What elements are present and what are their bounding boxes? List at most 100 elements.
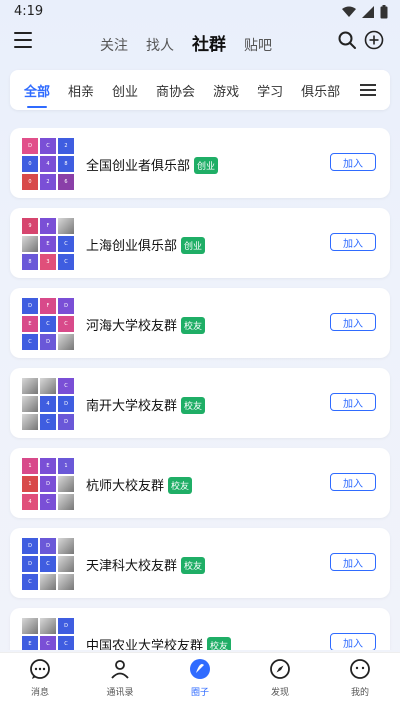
nav-item-label: 圈子 <box>190 688 209 698</box>
category-tab-2[interactable]: 创业 <box>112 81 138 100</box>
member-avatar-tile: D <box>22 298 38 314</box>
member-avatar-tile <box>22 378 38 394</box>
join-button[interactable]: 加入 <box>330 153 376 171</box>
member-avatar-tile: F <box>40 218 56 234</box>
status-bar: 4:19 <box>0 0 400 24</box>
member-avatar-tile: C <box>40 414 56 430</box>
member-avatar-tile <box>40 574 56 590</box>
member-avatar-tile: 0 <box>22 156 38 172</box>
group-card[interactable]: C 4 D C D 南开大学校友群 校友 加入 <box>10 368 390 438</box>
join-button[interactable]: 加入 <box>330 633 376 650</box>
group-card[interactable]: D C 2 0 4 8 0 2 6 全国创业者俱乐部 创业 加入 <box>10 128 390 198</box>
status-time: 4:19 <box>14 4 44 19</box>
search-icon[interactable] <box>337 30 357 50</box>
category-tab-3[interactable]: 商协会 <box>156 81 195 100</box>
top-tabs: 关注 找人 社群 贴吧 <box>100 30 290 55</box>
member-avatar-tile: D <box>58 414 74 430</box>
add-circle-icon[interactable] <box>364 30 384 50</box>
member-avatar-tile: C <box>58 636 74 650</box>
member-avatar-tile: 2 <box>40 174 56 190</box>
member-avatar-tile: E <box>40 458 56 474</box>
category-tab-5[interactable]: 学习 <box>257 81 283 100</box>
member-avatar-tile <box>22 236 38 252</box>
nav-item-2[interactable]: 圈子 <box>170 657 230 698</box>
category-tab-4[interactable]: 游戏 <box>213 81 239 100</box>
nav-item-1[interactable]: 通讯录 <box>90 657 150 698</box>
group-name-row: 天津科大校友群 校友 <box>86 555 206 574</box>
member-avatar-tile: F <box>40 298 56 314</box>
category-bar: 全部 相亲 创业 商协会 游戏 学习 俱乐部 <box>10 70 390 110</box>
member-avatar-tile: 2 <box>58 138 74 154</box>
group-card[interactable]: D D D C C 天津科大校友群 校友 加入 <box>10 528 390 598</box>
menu-button[interactable] <box>14 32 32 48</box>
member-avatar-tile: D <box>22 556 38 572</box>
member-avatar-tile: E <box>22 636 38 650</box>
member-avatar-tile: D <box>40 334 56 350</box>
category-tab-6[interactable]: 俱乐部 <box>301 81 340 100</box>
member-avatar-tile: 8 <box>22 254 38 270</box>
top-tab-1[interactable]: 找人 <box>146 31 174 55</box>
member-avatar-tile: 1 <box>22 458 38 474</box>
group-category-tag: 校友 <box>168 477 193 494</box>
category-tab-1[interactable]: 相亲 <box>68 81 94 100</box>
member-avatar-tile: 0 <box>22 174 38 190</box>
nav-item-label: 发现 <box>270 688 289 698</box>
group-name: 河海大学校友群 <box>86 319 178 334</box>
member-avatar-tile: D <box>40 538 56 554</box>
group-card[interactable]: 9 F E C 8 3 C 上海创业俱乐部 创业 加入 <box>10 208 390 278</box>
member-avatar-tile: C <box>40 138 56 154</box>
top-tab-0[interactable]: 关注 <box>100 31 128 55</box>
wifi-icon <box>342 6 356 17</box>
member-avatar-tile: 3 <box>40 254 56 270</box>
group-name-row: 河海大学校友群 校友 <box>86 315 206 334</box>
member-avatar-tile: C <box>22 574 38 590</box>
contacts-icon <box>108 657 132 681</box>
status-icons <box>342 5 388 19</box>
group-category-tag: 校友 <box>181 317 206 334</box>
join-button[interactable]: 加入 <box>330 553 376 571</box>
group-list: D C 2 0 4 8 0 2 6 全国创业者俱乐部 创业 加入 9 F E C 8 3 C 上海创业俱乐部 创业 加入 D… <box>0 128 400 650</box>
member-avatar-tile: D <box>22 138 38 154</box>
member-avatar-tile <box>58 538 74 554</box>
member-avatar-tile <box>22 618 38 634</box>
member-avatar-tile: D <box>58 618 74 634</box>
join-button[interactable]: 加入 <box>330 313 376 331</box>
group-card[interactable]: 1 E 1 1 D 4 C 杭师大校友群 校友 加入 <box>10 448 390 518</box>
nav-item-0[interactable]: 消息 <box>10 657 70 698</box>
member-avatar-tile: C <box>40 316 56 332</box>
group-avatar-mosaic: 9FEC 83C <box>22 218 74 270</box>
member-avatar-tile <box>58 218 74 234</box>
member-avatar-tile: 4 <box>40 156 56 172</box>
member-avatar-tile: 1 <box>22 476 38 492</box>
group-card[interactable]: D F D E C C C D 河海大学校友群 校友 加入 <box>10 288 390 358</box>
top-tab-3[interactable]: 贴吧 <box>244 31 272 55</box>
member-avatar-tile: D <box>40 476 56 492</box>
member-avatar-tile <box>58 334 74 350</box>
nav-item-label: 通讯录 <box>106 688 134 698</box>
group-category-tag: 创业 <box>181 237 206 254</box>
group-card[interactable]: DECCCD中国农业大学校友群校友加入 <box>10 608 390 650</box>
join-button[interactable]: 加入 <box>330 393 376 411</box>
top-tab-2[interactable]: 社群 <box>192 30 226 55</box>
group-name-row: 南开大学校友群 校友 <box>86 395 206 414</box>
group-name-row: 全国创业者俱乐部 创业 <box>86 155 219 174</box>
category-tab-0[interactable]: 全部 <box>24 81 50 108</box>
group-name: 天津科大校友群 <box>86 559 178 574</box>
list-icon-line <box>360 84 376 86</box>
group-avatar-mosaic: 1E1 1D4C <box>22 458 74 510</box>
category-menu-button[interactable] <box>350 70 390 110</box>
group-name: 全国创业者俱乐部 <box>86 159 191 174</box>
member-avatar-tile: C <box>58 254 74 270</box>
member-avatar-tile <box>58 476 74 492</box>
member-avatar-tile <box>58 494 74 510</box>
signal-icon <box>362 6 374 18</box>
member-avatar-tile: C <box>58 378 74 394</box>
top-bar: 关注 找人 社群 贴吧 <box>0 26 400 60</box>
nav-item-4[interactable]: 我的 <box>330 657 390 698</box>
nav-item-3[interactable]: 发现 <box>250 657 310 698</box>
join-button[interactable]: 加入 <box>330 233 376 251</box>
join-button[interactable]: 加入 <box>330 473 376 491</box>
list-icon-line <box>360 89 376 91</box>
group-avatar-mosaic: DECCCD <box>22 618 74 650</box>
member-avatar-tile: E <box>22 316 38 332</box>
